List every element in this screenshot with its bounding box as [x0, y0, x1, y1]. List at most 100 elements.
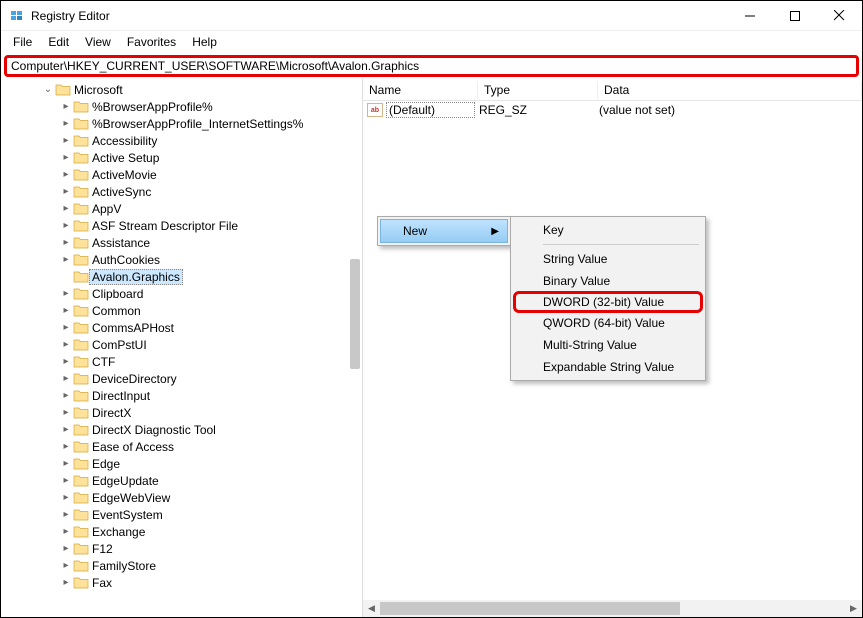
- chevron-right-icon[interactable]: ▸: [59, 185, 73, 199]
- chevron-right-icon[interactable]: ▸: [59, 219, 73, 233]
- chevron-right-icon[interactable]: ▸: [59, 287, 73, 301]
- tree-node[interactable]: ▸DirectX Diagnostic Tool: [1, 421, 362, 438]
- tree-node[interactable]: ▸Common: [1, 302, 362, 319]
- tree-node[interactable]: ▸EdgeWebView: [1, 489, 362, 506]
- tree-node-parent[interactable]: ⌄Microsoft: [1, 81, 362, 98]
- submenu-binary[interactable]: Binary Value: [513, 270, 703, 292]
- tree-node[interactable]: ▸CTF: [1, 353, 362, 370]
- column-header-name[interactable]: Name: [363, 81, 478, 99]
- scroll-right-button[interactable]: ▶: [845, 600, 862, 617]
- submenu-expand[interactable]: Expandable String Value: [513, 356, 703, 378]
- submenu-string[interactable]: String Value: [513, 248, 703, 270]
- folder-icon: [73, 355, 89, 369]
- close-button[interactable]: [817, 1, 862, 30]
- value-name[interactable]: (Default): [386, 102, 475, 118]
- chevron-right-icon[interactable]: ▸: [59, 372, 73, 386]
- submenu-qword[interactable]: QWORD (64-bit) Value: [513, 312, 703, 334]
- tree-node[interactable]: ▸AuthCookies: [1, 251, 362, 268]
- chevron-right-icon[interactable]: ▸: [59, 355, 73, 369]
- chevron-right-icon[interactable]: ▸: [59, 304, 73, 318]
- chevron-right-icon[interactable]: ▸: [59, 338, 73, 352]
- chevron-right-icon[interactable]: ▸: [59, 321, 73, 335]
- tree-node[interactable]: ▸%BrowserAppProfile%: [1, 98, 362, 115]
- chevron-right-icon[interactable]: ▸: [59, 389, 73, 403]
- chevron-right-icon[interactable]: ▸: [59, 440, 73, 454]
- tree-pane[interactable]: ⌄Microsoft▸%BrowserAppProfile%▸%BrowserA…: [1, 79, 363, 617]
- folder-icon: [73, 168, 89, 182]
- chevron-right-icon[interactable]: ▸: [59, 576, 73, 590]
- folder-icon: [73, 559, 89, 573]
- menu-favorites[interactable]: Favorites: [119, 33, 184, 51]
- tree-node[interactable]: ▸AppV: [1, 200, 362, 217]
- tree-node[interactable]: ▸Ease of Access: [1, 438, 362, 455]
- chevron-right-icon[interactable]: ▸: [59, 236, 73, 250]
- tree-node[interactable]: ▸EventSystem: [1, 506, 362, 523]
- tree-node[interactable]: ▸Active Setup: [1, 149, 362, 166]
- chevron-right-icon[interactable]: ▸: [59, 542, 73, 556]
- tree-node[interactable]: ▸Avalon.Graphics: [1, 268, 362, 285]
- tree-node[interactable]: ▸FamilyStore: [1, 557, 362, 574]
- tree-node[interactable]: ▸CommsAPHost: [1, 319, 362, 336]
- chevron-right-icon[interactable]: ▸: [59, 151, 73, 165]
- tree-node[interactable]: ▸EdgeUpdate: [1, 472, 362, 489]
- chevron-right-icon[interactable]: ▸: [59, 117, 73, 131]
- scroll-left-button[interactable]: ◀: [363, 600, 380, 617]
- window-controls: [727, 1, 862, 30]
- tree-node[interactable]: ▸Fax: [1, 574, 362, 591]
- tree-node[interactable]: ▸DirectInput: [1, 387, 362, 404]
- menu-view[interactable]: View: [77, 33, 119, 51]
- list-row[interactable]: ab (Default) REG_SZ (value not set): [363, 101, 862, 119]
- chevron-right-icon[interactable]: ▸: [59, 525, 73, 539]
- tree-label: Assistance: [89, 236, 153, 250]
- address-input[interactable]: Computer\HKEY_CURRENT_USER\SOFTWARE\Micr…: [4, 55, 859, 77]
- column-header-data[interactable]: Data: [598, 81, 862, 99]
- tree-label: ActiveSync: [89, 185, 154, 199]
- folder-icon: [73, 270, 89, 284]
- submenu-dword[interactable]: DWORD (32-bit) Value: [513, 291, 703, 313]
- submenu-multi[interactable]: Multi-String Value: [513, 334, 703, 356]
- tree-node[interactable]: ▸Exchange: [1, 523, 362, 540]
- submenu-key[interactable]: Key: [513, 219, 703, 241]
- tree-node[interactable]: ▸ DirectX: [1, 404, 362, 421]
- chevron-right-icon[interactable]: ▸: [59, 491, 73, 505]
- column-header-type[interactable]: Type: [478, 81, 598, 99]
- tree-node[interactable]: ▸Clipboard: [1, 285, 362, 302]
- tree-scrollbar-thumb[interactable]: [350, 259, 360, 369]
- chevron-right-icon[interactable]: ▸: [59, 202, 73, 216]
- tree-node[interactable]: ▸ComPstUI: [1, 336, 362, 353]
- tree-label: DirectX: [89, 406, 134, 420]
- chevron-right-icon[interactable]: ▸: [59, 134, 73, 148]
- minimize-button[interactable]: [727, 1, 772, 30]
- menu-edit[interactable]: Edit: [40, 33, 77, 51]
- folder-icon: [73, 457, 89, 471]
- menu-help[interactable]: Help: [184, 33, 225, 51]
- chevron-right-icon[interactable]: ▸: [59, 253, 73, 267]
- tree-node[interactable]: ▸ ActiveSync: [1, 183, 362, 200]
- maximize-button[interactable]: [772, 1, 817, 30]
- tree-node[interactable]: ▸Accessibility: [1, 132, 362, 149]
- menubar: File Edit View Favorites Help: [1, 31, 862, 53]
- tree-node[interactable]: ▸ ASF Stream Descriptor File: [1, 217, 362, 234]
- horizontal-scrollbar[interactable]: ◀ ▶: [363, 600, 862, 617]
- tree-node[interactable]: ▸F12: [1, 540, 362, 557]
- chevron-right-icon[interactable]: ▸: [59, 457, 73, 471]
- context-menu-new[interactable]: New ▶: [380, 219, 508, 243]
- chevron-right-icon[interactable]: ▸: [59, 168, 73, 182]
- chevron-right-icon[interactable]: ▸: [59, 474, 73, 488]
- menu-file[interactable]: File: [5, 33, 40, 51]
- tree-node[interactable]: ▸Edge: [1, 455, 362, 472]
- tree-node[interactable]: ▸ Assistance: [1, 234, 362, 251]
- tree-node[interactable]: ▸ActiveMovie: [1, 166, 362, 183]
- tree-node[interactable]: ▸DeviceDirectory: [1, 370, 362, 387]
- chevron-right-icon[interactable]: ▸: [59, 406, 73, 420]
- string-value-icon: ab: [367, 103, 383, 117]
- chevron-right-icon[interactable]: ▸: [59, 559, 73, 573]
- chevron-right-icon[interactable]: ▸: [59, 423, 73, 437]
- tree-label: ASF Stream Descriptor File: [89, 219, 241, 233]
- chevron-down-icon[interactable]: ⌄: [41, 83, 55, 97]
- folder-icon: [73, 151, 89, 165]
- hscroll-thumb[interactable]: [380, 602, 680, 615]
- chevron-right-icon[interactable]: ▸: [59, 100, 73, 114]
- chevron-right-icon[interactable]: ▸: [59, 508, 73, 522]
- tree-node[interactable]: ▸%BrowserAppProfile_InternetSettings%: [1, 115, 362, 132]
